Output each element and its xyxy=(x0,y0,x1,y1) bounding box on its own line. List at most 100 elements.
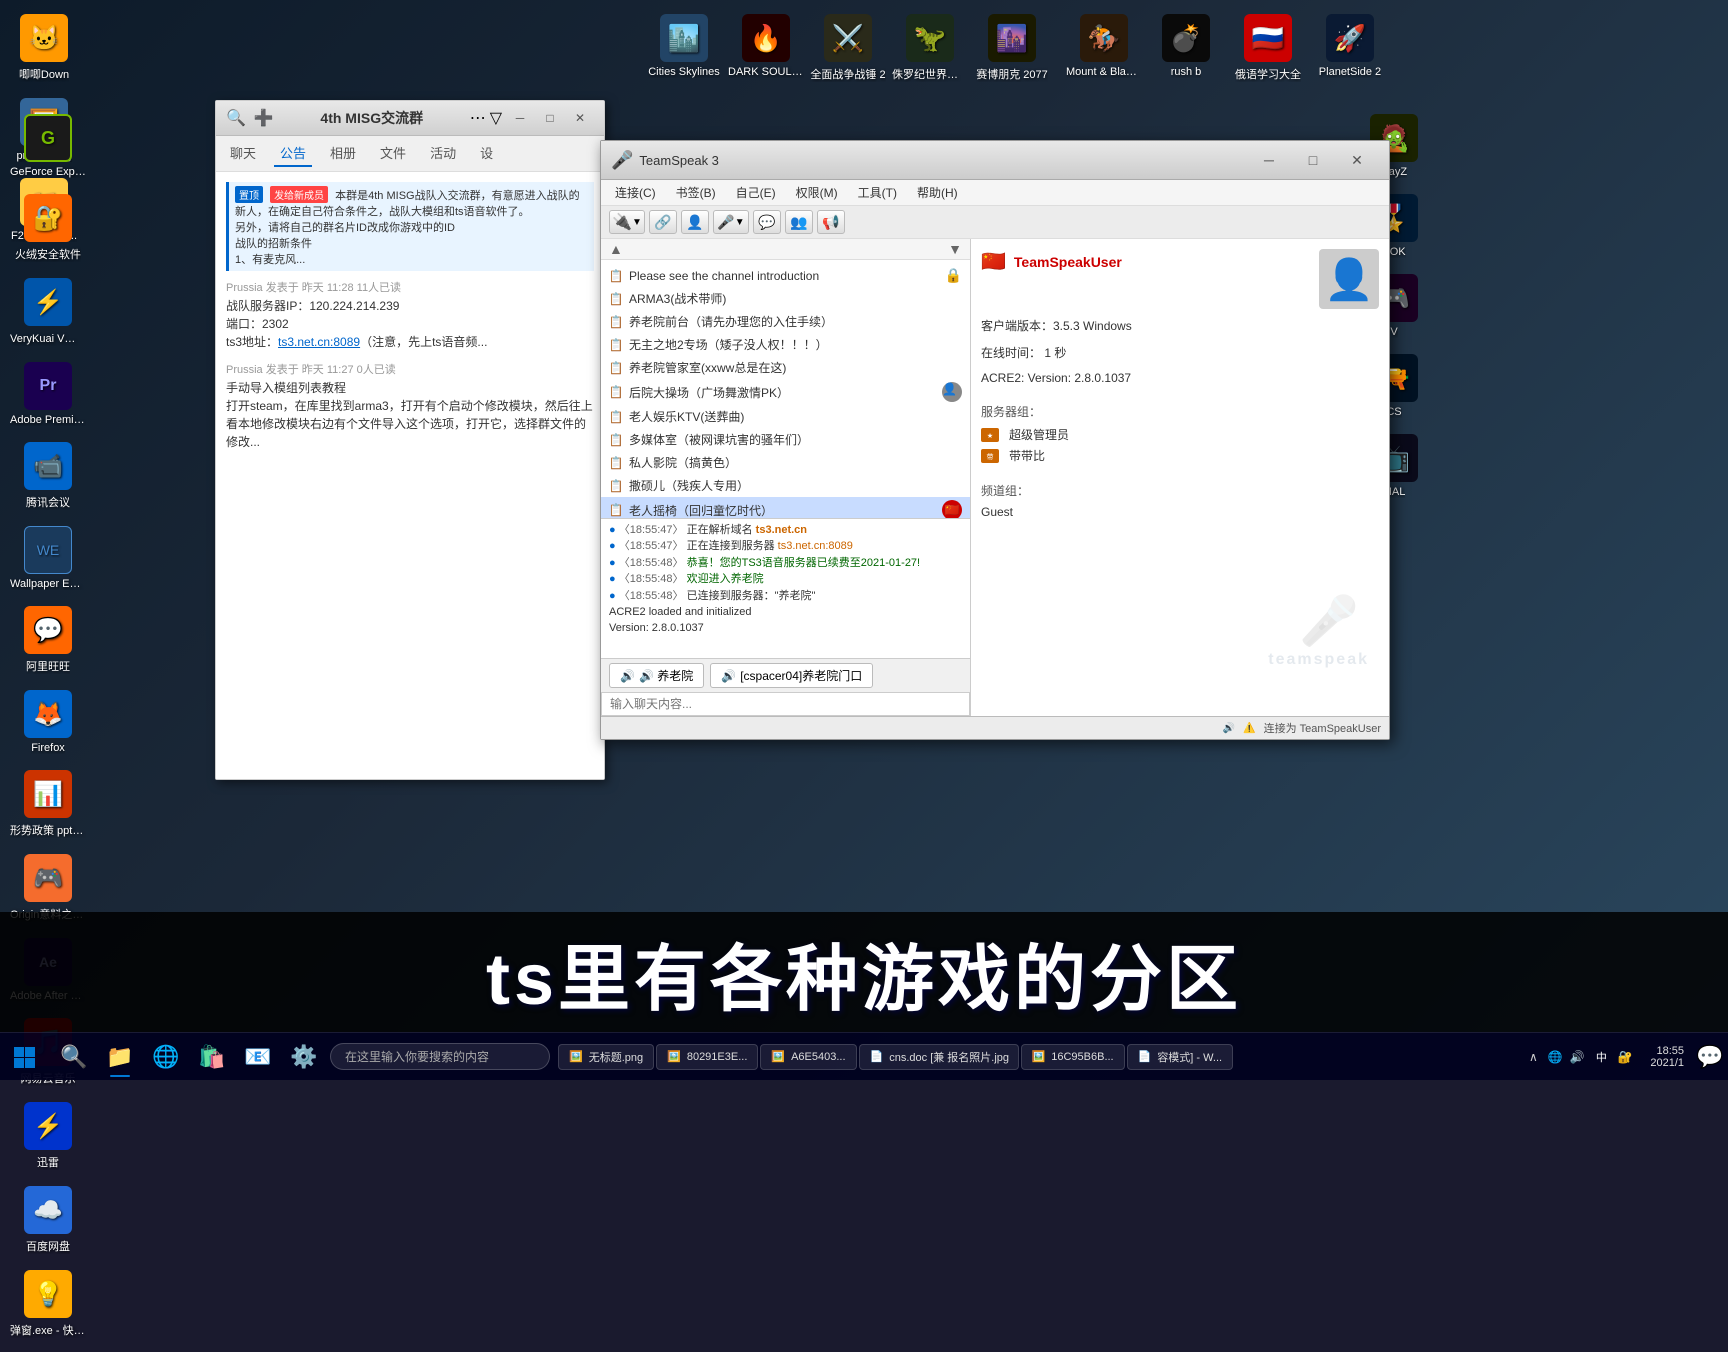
ts-maximize-button[interactable]: □ xyxy=(1291,146,1335,174)
desktop-icon-tencentmeeting[interactable]: 📹 腾讯会议 xyxy=(8,436,88,516)
chat-tab-announcement[interactable]: 公告 xyxy=(274,140,312,167)
taskbar-action-center[interactable]: 💬 xyxy=(1692,1035,1728,1079)
ts-menu-bookmarks[interactable]: 书签(B) xyxy=(670,182,722,203)
ts-menu-connect[interactable]: 连接(C) xyxy=(609,182,662,203)
ts-toolbar-mute-btn[interactable]: 🎤 ▼ xyxy=(713,210,749,234)
desktop-icon-planetside[interactable]: 🚀 PlanetSide 2 xyxy=(1310,8,1390,88)
ts-chat-input-area xyxy=(601,692,970,716)
desktop-left-icons: G GeForce Experience 🔐 火绒安全软件 ⚡ VeryKuai… xyxy=(0,100,96,1352)
chat-tab-activities[interactable]: 活动 xyxy=(424,140,462,167)
channel-label-multimedia: 多媒体室（被网课坑害的骚年们） xyxy=(629,431,809,448)
taskbar-running-file-1[interactable]: 🖼️ 无标题.png xyxy=(558,1044,654,1070)
scroll-down-btn[interactable]: ▼ xyxy=(944,241,966,257)
taskbar-running-file-5[interactable]: 🖼️ 16C95B6B... xyxy=(1021,1044,1125,1070)
ts-channel-rocking-chair[interactable]: 📋 老人摇椅（回归童忆时代） 🇨🇳 xyxy=(601,497,970,518)
ts-channel-borderlands[interactable]: 📋 无主之地2专场（矮子没人权！！！） xyxy=(601,333,970,356)
ts-minimize-button[interactable]: ─ xyxy=(1247,146,1291,174)
ts-toolbar-connect-btn[interactable]: 🔌 ▼ xyxy=(609,210,645,234)
desktop-icon-geforce[interactable]: G GeForce Experience xyxy=(8,108,88,184)
icon-label-aliwangwang: 阿里旺旺 xyxy=(26,658,70,674)
desktop-icon-rushb[interactable]: 💣 rush b xyxy=(1146,8,1226,88)
ts-server-group-belt: 带 带带比 xyxy=(981,445,1379,466)
taskbar-file-explorer-icon[interactable]: 📁 xyxy=(98,1035,142,1079)
channel-icon-intro: 📋 xyxy=(609,269,623,283)
ts-channel-arma3[interactable]: 📋 ARMA3(战术带师) xyxy=(601,287,970,310)
chat-close-button[interactable]: ✕ xyxy=(566,107,594,129)
ts-toolbar-away-btn[interactable]: 👤 xyxy=(681,210,709,234)
ts-toolbar-add-client-btn[interactable]: 👥 xyxy=(785,210,813,234)
chat-tab-settings[interactable]: 设 xyxy=(474,140,499,167)
ts-channel-cinema[interactable]: 📋 私人影院（搞黄色） xyxy=(601,451,970,474)
ts-chat-input[interactable] xyxy=(610,697,961,711)
tray-network-icon[interactable]: 🌐 xyxy=(1546,1048,1564,1066)
ts-tab-nursing-home[interactable]: 🔊 🔊 养老院 xyxy=(609,663,704,688)
ts-channel-reception[interactable]: 📋 养老院前台（请先办理您的入住手续） xyxy=(601,310,970,333)
ts-online-time-row: 在线时间： 1 秒 xyxy=(981,344,1379,361)
chat-maximize-button[interactable]: □ xyxy=(536,107,564,129)
ts-channel-housekeeper[interactable]: 📋 养老院管家室(xxww总是在这) xyxy=(601,356,970,379)
ts-logo-watermark: 🎤 xyxy=(1299,592,1359,649)
desktop-icon-jurassic[interactable]: 🦖 侏罗纪世界：进化 xyxy=(890,8,970,88)
ts-channel-disabled[interactable]: 📋 撒硕儿（残疾人专用） xyxy=(601,474,970,497)
tray-antivirus-icon[interactable]: 🔐 xyxy=(1616,1048,1634,1066)
taskbar-running-file-2[interactable]: 🖼️ 80291E3E... xyxy=(656,1044,758,1070)
ts-channel-multimedia[interactable]: 📋 多媒体室（被网课坑害的骚年们） xyxy=(601,428,970,451)
channel-icon-rocking-chair: 📋 xyxy=(609,503,623,517)
tray-cn-icon[interactable]: 中 xyxy=(1590,1048,1612,1066)
chat-tab-files[interactable]: 文件 xyxy=(374,140,412,167)
ts-menu-self[interactable]: 自己(E) xyxy=(730,182,782,203)
channel-icon-disabled: 📋 xyxy=(609,479,623,493)
desktop-icon-russian[interactable]: 🇷🇺 俄语学习大全 xyxy=(1228,8,1308,88)
tray-volume-icon[interactable]: 🔊 xyxy=(1568,1048,1586,1066)
taskbar-search-icon[interactable]: 🔍 xyxy=(52,1035,96,1079)
desktop-icon-firefox[interactable]: 🦊 Firefox xyxy=(8,684,88,760)
desktop-icon-baiduyun[interactable]: ☁️ 百度网盘 xyxy=(8,1180,88,1260)
desktop-icon-jijixia[interactable]: 🐱 唧唧Down xyxy=(4,8,84,88)
tray-chevron-icon[interactable]: ∧ xyxy=(1524,1048,1542,1066)
chat-tab-chat[interactable]: 聊天 xyxy=(224,140,262,167)
desktop-icon-verykuai[interactable]: ⚡ VeryKuai V加速器 xyxy=(8,272,88,352)
desktop-icon-cyberpunk[interactable]: 🌆 赛博朋克 2077 xyxy=(972,8,1052,88)
taskbar-mail-icon[interactable]: 📧 xyxy=(236,1035,280,1079)
icon-label-v2: V xyxy=(1390,326,1397,338)
ts-menu-help[interactable]: 帮助(H) xyxy=(911,182,964,203)
ts-toolbar-disconnect-btn[interactable]: 🔗 xyxy=(649,210,677,234)
desktop-icon-darksouls[interactable]: 🔥 DARK SOULS™ III xyxy=(726,8,806,88)
ts-window-title: TeamSpeak 3 xyxy=(639,153,719,168)
taskbar-running-file-3[interactable]: 🖼️ A6E5403... xyxy=(760,1044,856,1070)
chat-tab-album[interactable]: 相册 xyxy=(324,140,362,167)
ts3-link[interactable]: ts3.net.cn:8089 xyxy=(278,335,360,349)
msg-time-2: 发表于 昨天 11:27 xyxy=(266,364,354,376)
desktop-icon-popup[interactable]: 💡 弹窗.exe - 快捷方式 xyxy=(8,1264,88,1344)
ts-window-title-area: 🎤 TeamSpeak 3 xyxy=(611,150,719,171)
ts-channel-ktv[interactable]: 📋 老人娱乐KTV(送葬曲) xyxy=(601,405,970,428)
desktop-icon-ppt[interactable]: 📊 形势政策 ppt.pptx xyxy=(8,764,88,844)
desktop-icon-huorong[interactable]: 🔐 火绒安全软件 xyxy=(8,188,88,268)
start-button[interactable] xyxy=(0,1033,48,1081)
ts-brand-watermark: teamspeak xyxy=(1268,651,1369,669)
desktop-icon-xunlei[interactable]: ⚡ 迅雷 xyxy=(8,1096,88,1176)
desktop-icon-wallpaper-engine[interactable]: WE Wallpaper Engine xyxy=(8,520,88,596)
taskbar-search-bar[interactable]: 在这里输入你要搜索的内容 xyxy=(330,1043,550,1070)
taskbar-settings-icon[interactable]: ⚙️ xyxy=(282,1035,326,1079)
chat-minimize-button[interactable]: ─ xyxy=(506,107,534,129)
ts-close-button[interactable]: ✕ xyxy=(1335,146,1379,174)
desktop-icon-aliwangwang[interactable]: 💬 阿里旺旺 xyxy=(8,600,88,680)
ts-menu-permissions[interactable]: 权限(M) xyxy=(790,182,844,203)
taskbar-store-icon[interactable]: 🛍️ xyxy=(190,1035,234,1079)
taskbar-running-file-4[interactable]: 📄 cns.doc [兼 报名照片.jpg xyxy=(859,1044,1019,1070)
ts-toolbar-voice-btn[interactable]: 💬 xyxy=(753,210,781,234)
ts-channel-playground[interactable]: 📋 后院大操场（广场舞激情PK） 👤 xyxy=(601,379,970,405)
scroll-up-btn[interactable]: ▲ xyxy=(605,241,627,257)
ts-toolbar-poke-btn[interactable]: 📢 xyxy=(817,210,845,234)
ts-channel-intro[interactable]: 📋 Please see the channel introduction 🔒 xyxy=(601,264,970,287)
desktop-icon-mountblade[interactable]: 🏇 Mount & Blade II B... xyxy=(1064,8,1144,88)
desktop-icon-totalwar[interactable]: ⚔️ 全面战争战锤 2 xyxy=(808,8,888,88)
ts-tab-entrance[interactable]: 🔊 [cspacer04]养老院门口 xyxy=(710,663,873,688)
taskbar-clock[interactable]: 18:55 2021/1 xyxy=(1642,1045,1692,1069)
ts-menu-tools[interactable]: 工具(T) xyxy=(852,182,903,203)
desktop-icon-cities[interactable]: 🏙️ Cities Skylines xyxy=(644,8,724,88)
desktop-icon-premiere[interactable]: Pr Adobe Premiere xyxy=(8,356,88,432)
taskbar-running-file-6[interactable]: 📄 容模式] - W... xyxy=(1127,1044,1233,1070)
taskbar-edge-icon[interactable]: 🌐 xyxy=(144,1035,188,1079)
